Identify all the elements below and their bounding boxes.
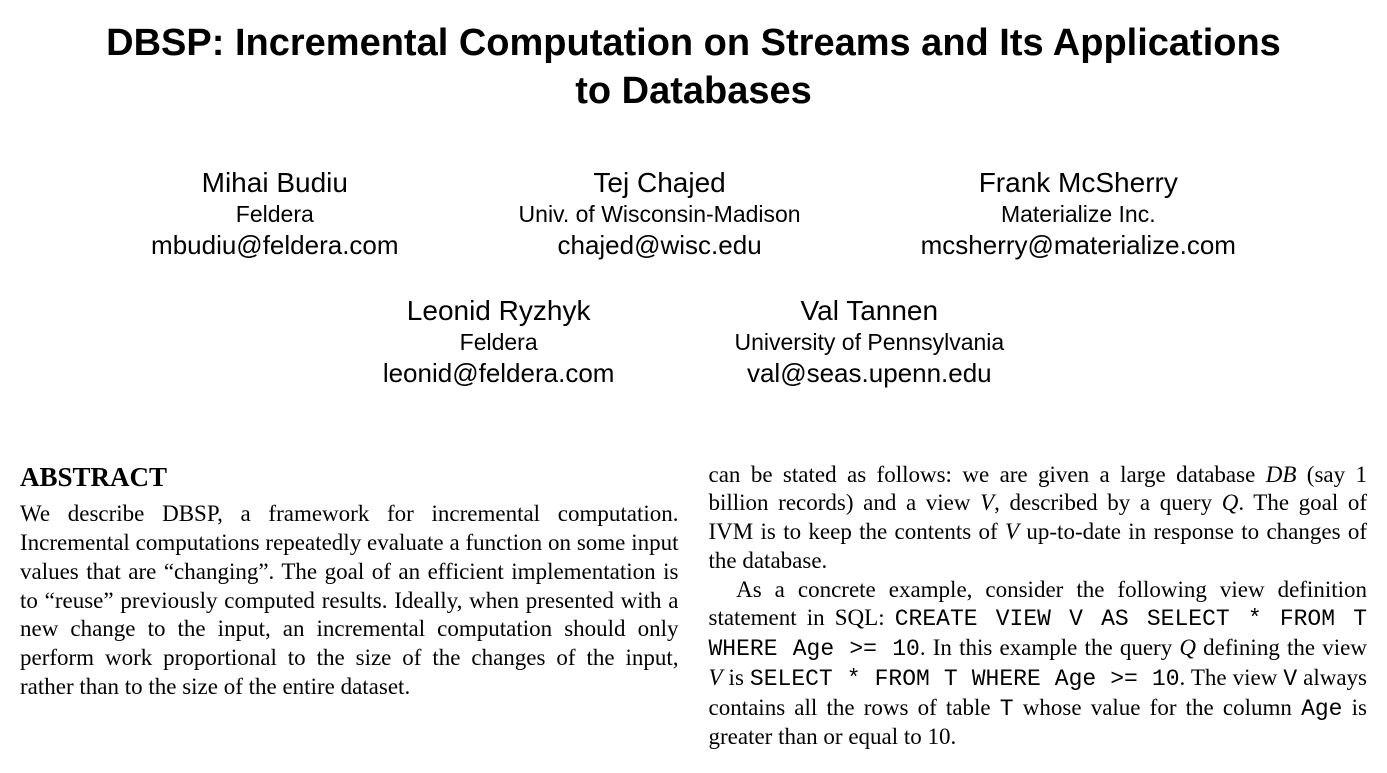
paper-title: DBSP: Incremental Computation on Streams… bbox=[94, 20, 1294, 115]
author-email: leonid@feldera.com bbox=[383, 357, 615, 391]
author-name: Mihai Budiu bbox=[151, 165, 399, 201]
left-column: ABSTRACT We describe DBSP, a framework f… bbox=[20, 461, 679, 753]
author-block: Mihai Budiu Feldera mbudiu@feldera.com bbox=[151, 165, 399, 263]
author-block: Leonid Ryzhyk Feldera leonid@feldera.com bbox=[383, 293, 615, 391]
author-name: Val Tannen bbox=[734, 293, 1004, 329]
variable-v: V bbox=[1005, 519, 1019, 544]
author-block: Val Tannen University of Pennsylvania va… bbox=[734, 293, 1004, 391]
author-email: val@seas.upenn.edu bbox=[734, 357, 1004, 391]
author-email: mcsherry@materialize.com bbox=[921, 229, 1236, 263]
authors-row-1: Mihai Budiu Feldera mbudiu@feldera.com T… bbox=[15, 165, 1372, 263]
text: defining the view bbox=[1196, 635, 1367, 660]
author-name: Frank McSherry bbox=[921, 165, 1236, 201]
abstract-heading: ABSTRACT bbox=[20, 461, 679, 495]
right-column: can be stated as follows: we are given a… bbox=[709, 461, 1368, 753]
author-email: mbudiu@feldera.com bbox=[151, 229, 399, 263]
variable-q: Q bbox=[1222, 490, 1239, 515]
author-affiliation: Feldera bbox=[151, 201, 399, 229]
authors-row-2: Leonid Ryzhyk Feldera leonid@feldera.com… bbox=[15, 293, 1372, 391]
intro-paragraph-2: As a concrete example, consider the foll… bbox=[709, 576, 1368, 753]
variable-db: DB bbox=[1266, 462, 1297, 487]
author-affiliation: University of Pennsylvania bbox=[734, 329, 1004, 357]
variable-q: Q bbox=[1179, 635, 1196, 660]
table-name: T bbox=[1000, 696, 1014, 722]
variable-v: V bbox=[709, 665, 723, 690]
author-affiliation: Univ. of Wisconsin-Madison bbox=[519, 201, 801, 229]
text: . In this example the query bbox=[920, 635, 1180, 660]
variable-v: V bbox=[980, 490, 994, 515]
text: can be stated as follows: we are given a… bbox=[709, 462, 1266, 487]
text: is bbox=[723, 665, 750, 690]
abstract-text: We describe DBSP, a framework for increm… bbox=[20, 500, 679, 701]
table-name: V bbox=[1283, 666, 1297, 692]
sql-code: SELECT * FROM T WHERE Age >= 10 bbox=[750, 666, 1180, 692]
author-name: Leonid Ryzhyk bbox=[383, 293, 615, 329]
author-block: Tej Chajed Univ. of Wisconsin-Madison ch… bbox=[519, 165, 801, 263]
author-email: chajed@wisc.edu bbox=[519, 229, 801, 263]
text: . The view bbox=[1180, 665, 1284, 690]
text: , described by a query bbox=[994, 490, 1222, 515]
column-name: Age bbox=[1301, 696, 1342, 722]
author-name: Tej Chajed bbox=[519, 165, 801, 201]
author-affiliation: Materialize Inc. bbox=[921, 201, 1236, 229]
author-affiliation: Feldera bbox=[383, 329, 615, 357]
text: whose value for the column bbox=[1014, 695, 1301, 720]
author-block: Frank McSherry Materialize Inc. mcsherry… bbox=[921, 165, 1236, 263]
two-column-body: ABSTRACT We describe DBSP, a framework f… bbox=[15, 461, 1372, 753]
intro-paragraph-1: can be stated as follows: we are given a… bbox=[709, 461, 1368, 576]
